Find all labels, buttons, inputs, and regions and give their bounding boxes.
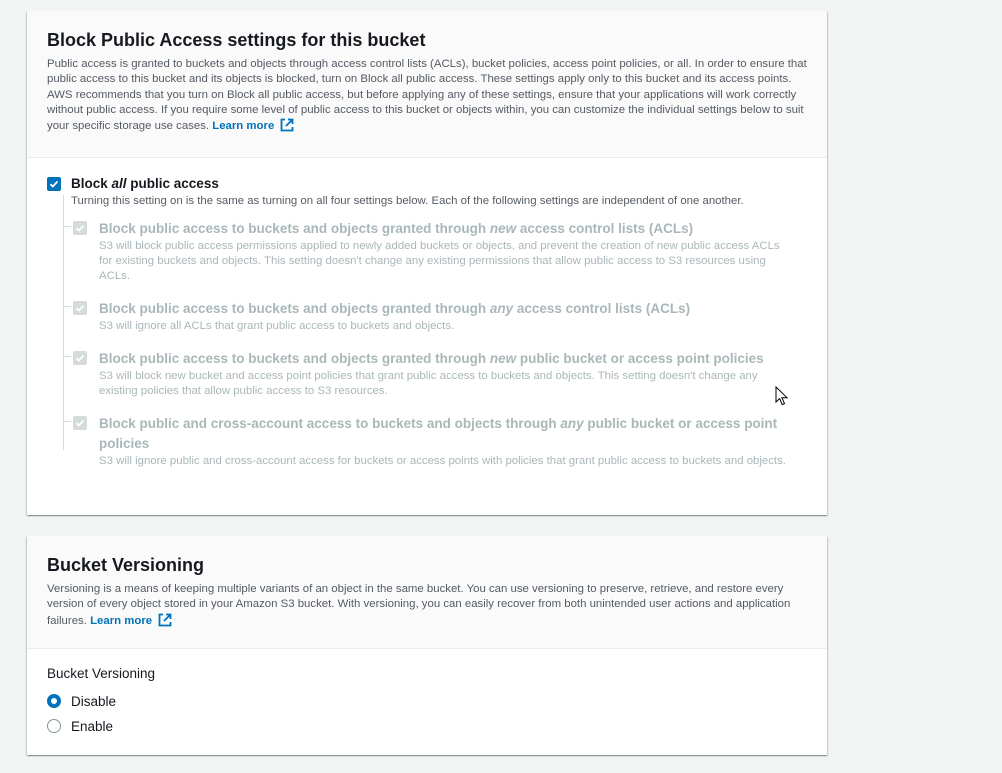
bucket-versioning-header: Bucket Versioning Versioning is a means …	[27, 536, 827, 649]
label-part: Block	[71, 176, 112, 192]
panel-description-text: Public access is granted to buckets and …	[47, 58, 807, 133]
setting-any-policies-description: S3 will ignore public and cross-account …	[99, 455, 786, 468]
block-all-public-access-label[interactable]: Block all public access	[71, 176, 744, 192]
block-public-access-body: Block all public access Turning this set…	[27, 158, 827, 526]
checkmark-icon	[49, 181, 59, 189]
setting-new-policies: Block public access to buckets and objec…	[63, 349, 793, 399]
mouse-pointer-icon	[775, 385, 789, 411]
tree-branch	[63, 226, 71, 228]
checkmark-icon	[75, 225, 85, 233]
panel-title: Block Public Access settings for this bu…	[47, 30, 426, 50]
setting-any-policies-checkbox	[73, 416, 87, 431]
setting-text: Block public access to buckets and objec…	[99, 219, 793, 284]
learn-more-link[interactable]: Learn more	[90, 615, 152, 627]
label-part: Block public and cross-account access to…	[99, 416, 561, 432]
label-part: access control lists (ACLs)	[513, 301, 691, 317]
label-emphasis: new	[489, 351, 517, 367]
tree-branch	[63, 306, 71, 308]
block-all-public-access-text: Block all public access Turning this set…	[71, 176, 744, 209]
setting-new-policies-checkbox	[73, 351, 87, 366]
block-all-public-access-row[interactable]: Block all public access Turning this set…	[47, 176, 807, 209]
label-part: public bucket or access point policies	[516, 351, 764, 367]
label-emphasis: new	[489, 221, 517, 237]
block-public-access-panel: Block Public Access settings for this bu…	[27, 11, 827, 515]
setting-new-acls-description: S3 will block public access permissions …	[99, 240, 780, 283]
label-emphasis: any	[560, 416, 584, 432]
bucket-versioning-body: Bucket Versioning Disable Enable	[27, 649, 827, 759]
panel-title: Bucket Versioning	[47, 555, 205, 575]
settings-tree-line	[63, 195, 64, 451]
label-emphasis: any	[489, 301, 514, 317]
radio-disable-label[interactable]: Disable	[71, 694, 116, 709]
setting-any-acls-checkbox	[73, 301, 87, 316]
panel-description: Public access is granted to buckets and …	[47, 57, 807, 137]
setting-text: Block public access to buckets and objec…	[99, 349, 793, 399]
label-part: public access	[126, 176, 219, 192]
label-part: access control lists (ACLs)	[516, 221, 694, 237]
external-link-icon[interactable]	[158, 613, 172, 632]
external-link-icon[interactable]	[280, 118, 294, 137]
radio-enable[interactable]	[47, 719, 61, 734]
checkmark-icon	[75, 305, 85, 313]
radio-dot	[51, 698, 57, 705]
bucket-versioning-field-label: Bucket Versioning	[47, 665, 156, 681]
tree-branch	[63, 356, 71, 358]
setting-any-policies-label: Block public and cross-account access to…	[99, 414, 793, 454]
setting-text: Block public and cross-account access to…	[99, 414, 793, 469]
bucket-versioning-panel: Bucket Versioning Versioning is a means …	[27, 536, 827, 755]
versioning-option-disable[interactable]: Disable	[47, 689, 807, 714]
label-part: Block public access to buckets and objec…	[99, 351, 490, 367]
setting-new-acls-checkbox	[73, 221, 87, 236]
setting-any-acls-description: S3 will ignore all ACLs that grant publi…	[99, 320, 455, 333]
block-all-public-access-description: Turning this setting on is the same as t…	[71, 195, 744, 208]
tree-branch	[63, 421, 71, 423]
checkmark-icon	[75, 420, 85, 428]
versioning-option-enable[interactable]: Enable	[47, 714, 807, 739]
setting-new-acls-label: Block public access to buckets and objec…	[99, 219, 793, 239]
label-emphasis: all	[111, 176, 127, 192]
setting-any-acls-label: Block public access to buckets and objec…	[99, 299, 690, 319]
block-public-access-header: Block Public Access settings for this bu…	[27, 11, 827, 159]
panel-description: Versioning is a means of keeping multipl…	[47, 582, 807, 632]
label-part: Block public access to buckets and objec…	[99, 301, 490, 317]
setting-any-acls: Block public access to buckets and objec…	[63, 299, 793, 334]
learn-more-link[interactable]: Learn more	[212, 120, 274, 132]
radio-enable-label[interactable]: Enable	[71, 719, 113, 734]
checkmark-icon	[75, 355, 85, 363]
setting-new-policies-label: Block public access to buckets and objec…	[99, 349, 793, 369]
radio-disable[interactable]	[47, 694, 61, 709]
block-all-public-access-checkbox[interactable]	[47, 177, 61, 192]
setting-new-policies-description: S3 will block new bucket and access poin…	[99, 370, 758, 398]
setting-text: Block public access to buckets and objec…	[99, 299, 690, 334]
setting-any-policies: Block public and cross-account access to…	[63, 414, 793, 469]
setting-new-acls: Block public access to buckets and objec…	[63, 219, 793, 284]
label-part: Block public access to buckets and objec…	[99, 221, 490, 237]
